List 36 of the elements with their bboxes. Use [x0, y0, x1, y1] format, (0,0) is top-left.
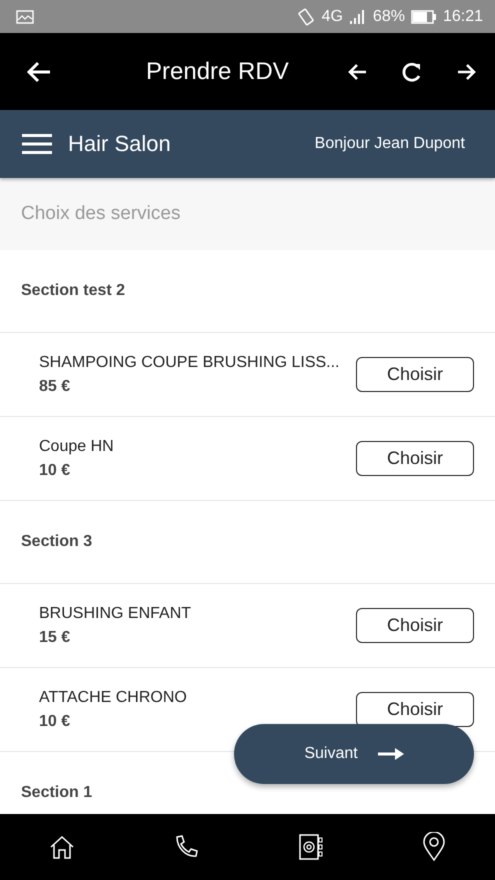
location-pin-icon[interactable] — [422, 832, 446, 862]
screen-title: Prendre RDV — [146, 58, 290, 86]
choose-button[interactable]: Choisir — [356, 608, 474, 643]
service-price: 10 € — [39, 462, 72, 480]
battery-icon — [410, 10, 437, 24]
battery-percent: 68% — [372, 8, 405, 26]
brand-name: Hair Salon — [68, 131, 172, 157]
vibrate-icon — [296, 8, 316, 26]
section-title: Section test 2 — [21, 282, 126, 300]
service-price: 15 € — [39, 628, 72, 646]
section-title: Section 1 — [21, 784, 92, 802]
home-icon[interactable] — [49, 834, 76, 860]
back-arrow-icon[interactable] — [347, 62, 367, 80]
choose-button[interactable]: Choisir — [356, 441, 474, 476]
signal-icon — [348, 10, 367, 24]
arrow-icon — [378, 748, 404, 760]
service-price: 85 € — [39, 378, 72, 396]
section-title: Section 3 — [21, 533, 92, 551]
address-book-icon[interactable] — [298, 833, 324, 861]
next-button[interactable]: Suivant — [234, 724, 474, 784]
choose-button[interactable]: Choisir — [356, 692, 474, 727]
greeting: Bonjour Jean Dupont — [314, 135, 465, 153]
service-name: Coupe HN — [39, 438, 115, 456]
service-price: 10 € — [39, 712, 72, 730]
forward-arrow-icon[interactable] — [457, 62, 477, 80]
image-icon — [16, 10, 34, 24]
service-name: SHAMPOING COUPE BRUSHING LISS... — [39, 354, 340, 372]
page-title: Choix des services — [21, 203, 180, 225]
back-arrow-icon[interactable] — [26, 60, 52, 82]
menu-icon[interactable] — [22, 133, 52, 155]
refresh-icon[interactable] — [401, 60, 423, 82]
clock: 16:21 — [442, 8, 483, 26]
service-name: ATTACHE CHRONO — [39, 688, 188, 706]
network-type: 4G — [322, 8, 343, 26]
service-name: BRUSHING ENFANT — [39, 604, 192, 622]
choose-button[interactable]: Choisir — [356, 357, 474, 392]
